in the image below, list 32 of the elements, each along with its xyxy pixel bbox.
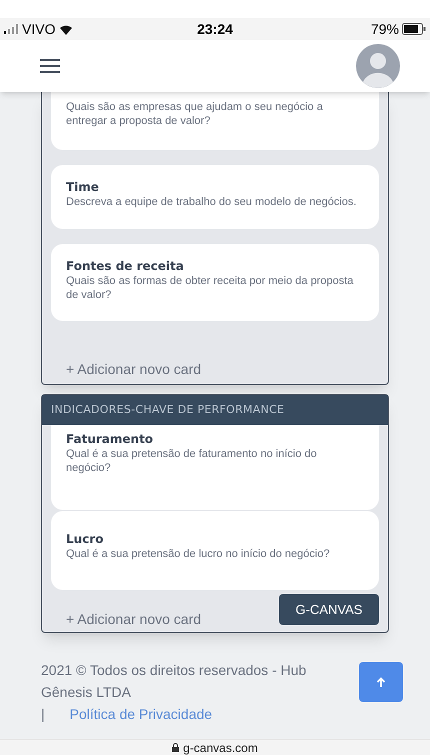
g-canvas-button[interactable]: G-CANVAS [279,594,379,625]
card-description: Quais são as formas de obter receita por meio da proposta de valor? [66,274,354,302]
panel-title: INDICADORES-CHAVE DE PERFORMANCE [42,395,388,425]
battery-percent: 79% [370,20,400,38]
clock-time: 23:24 [196,20,234,38]
copyright-text: 2021 © Todos os direitos reservados - Hub Gênesis LTDA [41,661,308,702]
separator-text: | [41,705,45,724]
card-title: Lucro [66,531,104,547]
menu-icon[interactable] [40,58,60,74]
card-description: Quais são as empresas que ajudam o seu negócio a entregar a proposta de valor? [66,100,324,128]
card-title: Fontes de receita [66,258,185,274]
card[interactable]: Faturamento Qual é a sua pretensão de faturamento no início do negócio? [51,425,379,510]
avatar-icon[interactable] [356,44,400,88]
scroll-to-top-button[interactable] [359,662,403,702]
wifi-icon [59,24,74,34]
add-card-button[interactable]: + Adicionar novo card [51,608,202,630]
card-title: Time [66,179,100,195]
card[interactable]: Time Descreva a equipe de trabalho do seu modelo de negócios. [51,165,379,229]
card-description: Descreva a equipe de trabalho do seu modelo de negócios. [66,195,358,209]
carrier-name: VIVO [22,20,56,38]
card-description: Qual é a sua pretensão de lucro no início do negócio? [66,547,331,561]
arrow-up-icon [376,676,386,688]
card[interactable]: Fontes de receita Quais são as formas de obter receita por meio da proposta de valor? [51,244,379,321]
card-title: Faturamento [66,431,154,447]
add-card-button[interactable]: + Adicionar novo card [51,358,202,380]
signal-icon [4,24,18,34]
battery-icon [402,23,426,35]
url-domain: g-canvas.com [183,742,258,754]
lock-icon [172,743,180,752]
card[interactable]: Lucro Qual é a sua pretensão de lucro no início do negócio? [51,511,379,590]
card-description: Qual é a sua pretensão de faturamento no início do negócio? [66,447,318,475]
card[interactable]: Quais são as empresas que ajudam o seu negócio a entregar a proposta de valor? [51,92,379,150]
